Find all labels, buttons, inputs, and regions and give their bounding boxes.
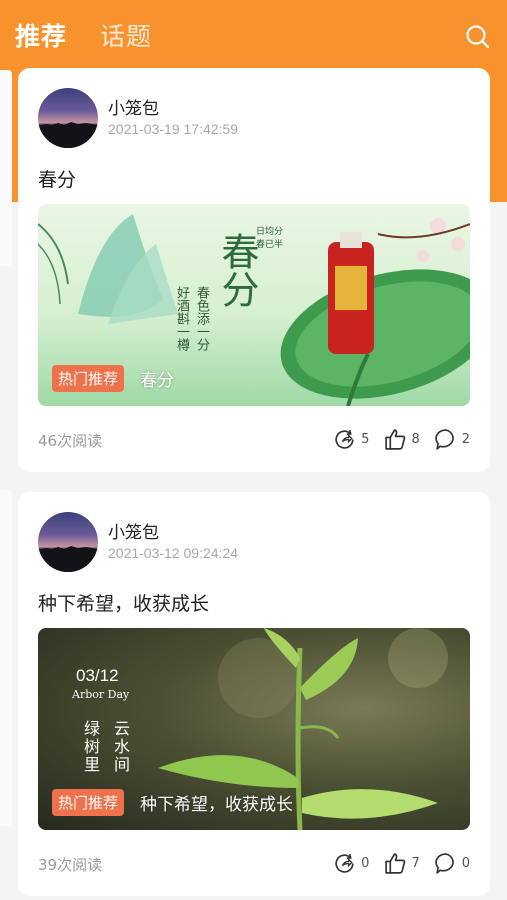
username[interactable]: 小笼包: [108, 94, 159, 119]
like-button[interactable]: 8: [383, 427, 420, 452]
thumbs-up-icon: [385, 429, 406, 450]
image-seal-text: 日均分 春已半: [256, 227, 284, 250]
post-title[interactable]: 种下希望，收获成长: [38, 589, 209, 616]
hot-tag: 热门推荐: [52, 789, 125, 816]
image-date: 03/12: [76, 666, 119, 685]
side-card-peek: [0, 490, 12, 826]
top-bar: 推荐 话题: [0, 0, 507, 68]
post-card[interactable]: 小笼包 2021-03-19 17:42:59 春分 春分 春色添一分 好酒斟一…: [18, 68, 490, 472]
share-icon: [335, 853, 354, 873]
post-actions: 5 8 2: [319, 427, 470, 452]
post-timestamp: 2021-03-12 09:24:24: [108, 545, 238, 561]
search-icon[interactable]: [465, 24, 491, 50]
read-count: 46次阅读: [38, 432, 103, 450]
image-poem-line: 云水间: [111, 720, 130, 774]
comment-count: 2: [461, 432, 470, 447]
comment-icon: [434, 429, 454, 450]
like-count: 8: [411, 432, 420, 447]
share-button[interactable]: 5: [333, 427, 369, 452]
comment-button[interactable]: 0: [434, 851, 470, 876]
post-image[interactable]: 春分 春色添一分 好酒斟一樽 日均分 春已半 热门推荐 春分: [38, 204, 470, 406]
image-poem-line: 绿树里: [81, 720, 100, 774]
avatar[interactable]: [38, 88, 98, 148]
hot-tag: 热门推荐: [52, 365, 125, 392]
image-caption: 春分: [140, 371, 174, 391]
share-count: 5: [361, 432, 370, 447]
tab-recommend[interactable]: 推荐: [15, 17, 67, 53]
read-count: 39次阅读: [38, 856, 103, 874]
comment-icon: [434, 853, 454, 874]
comment-button[interactable]: 2: [434, 427, 470, 452]
share-count: 0: [361, 856, 370, 871]
like-count: 7: [411, 856, 420, 871]
share-icon: [335, 429, 354, 449]
username[interactable]: 小笼包: [108, 518, 159, 543]
image-poem-line: 好酒斟一樽: [174, 286, 189, 351]
like-button[interactable]: 7: [383, 851, 420, 876]
post-card[interactable]: 小笼包 2021-03-12 09:24:24 种下希望，收获成长 03/12 …: [18, 492, 490, 896]
share-button[interactable]: 0: [333, 851, 369, 876]
thumbs-up-icon: [385, 853, 406, 874]
avatar[interactable]: [38, 512, 98, 572]
side-card-peek: [0, 70, 12, 266]
image-caption: 种下希望，收获成长: [140, 795, 293, 815]
post-actions: 0 7 0: [319, 851, 470, 876]
comment-count: 0: [461, 856, 470, 871]
tab-topics[interactable]: 话题: [100, 17, 152, 53]
post-title[interactable]: 春分: [38, 165, 76, 192]
image-subtitle: Arbor Day: [72, 688, 130, 701]
image-poem-line: 春色添一分: [194, 286, 209, 351]
post-image[interactable]: 03/12 Arbor Day 云水间 绿树里 热门推荐 种下希望，收获成长: [38, 628, 470, 830]
post-timestamp: 2021-03-19 17:42:59: [108, 121, 238, 137]
